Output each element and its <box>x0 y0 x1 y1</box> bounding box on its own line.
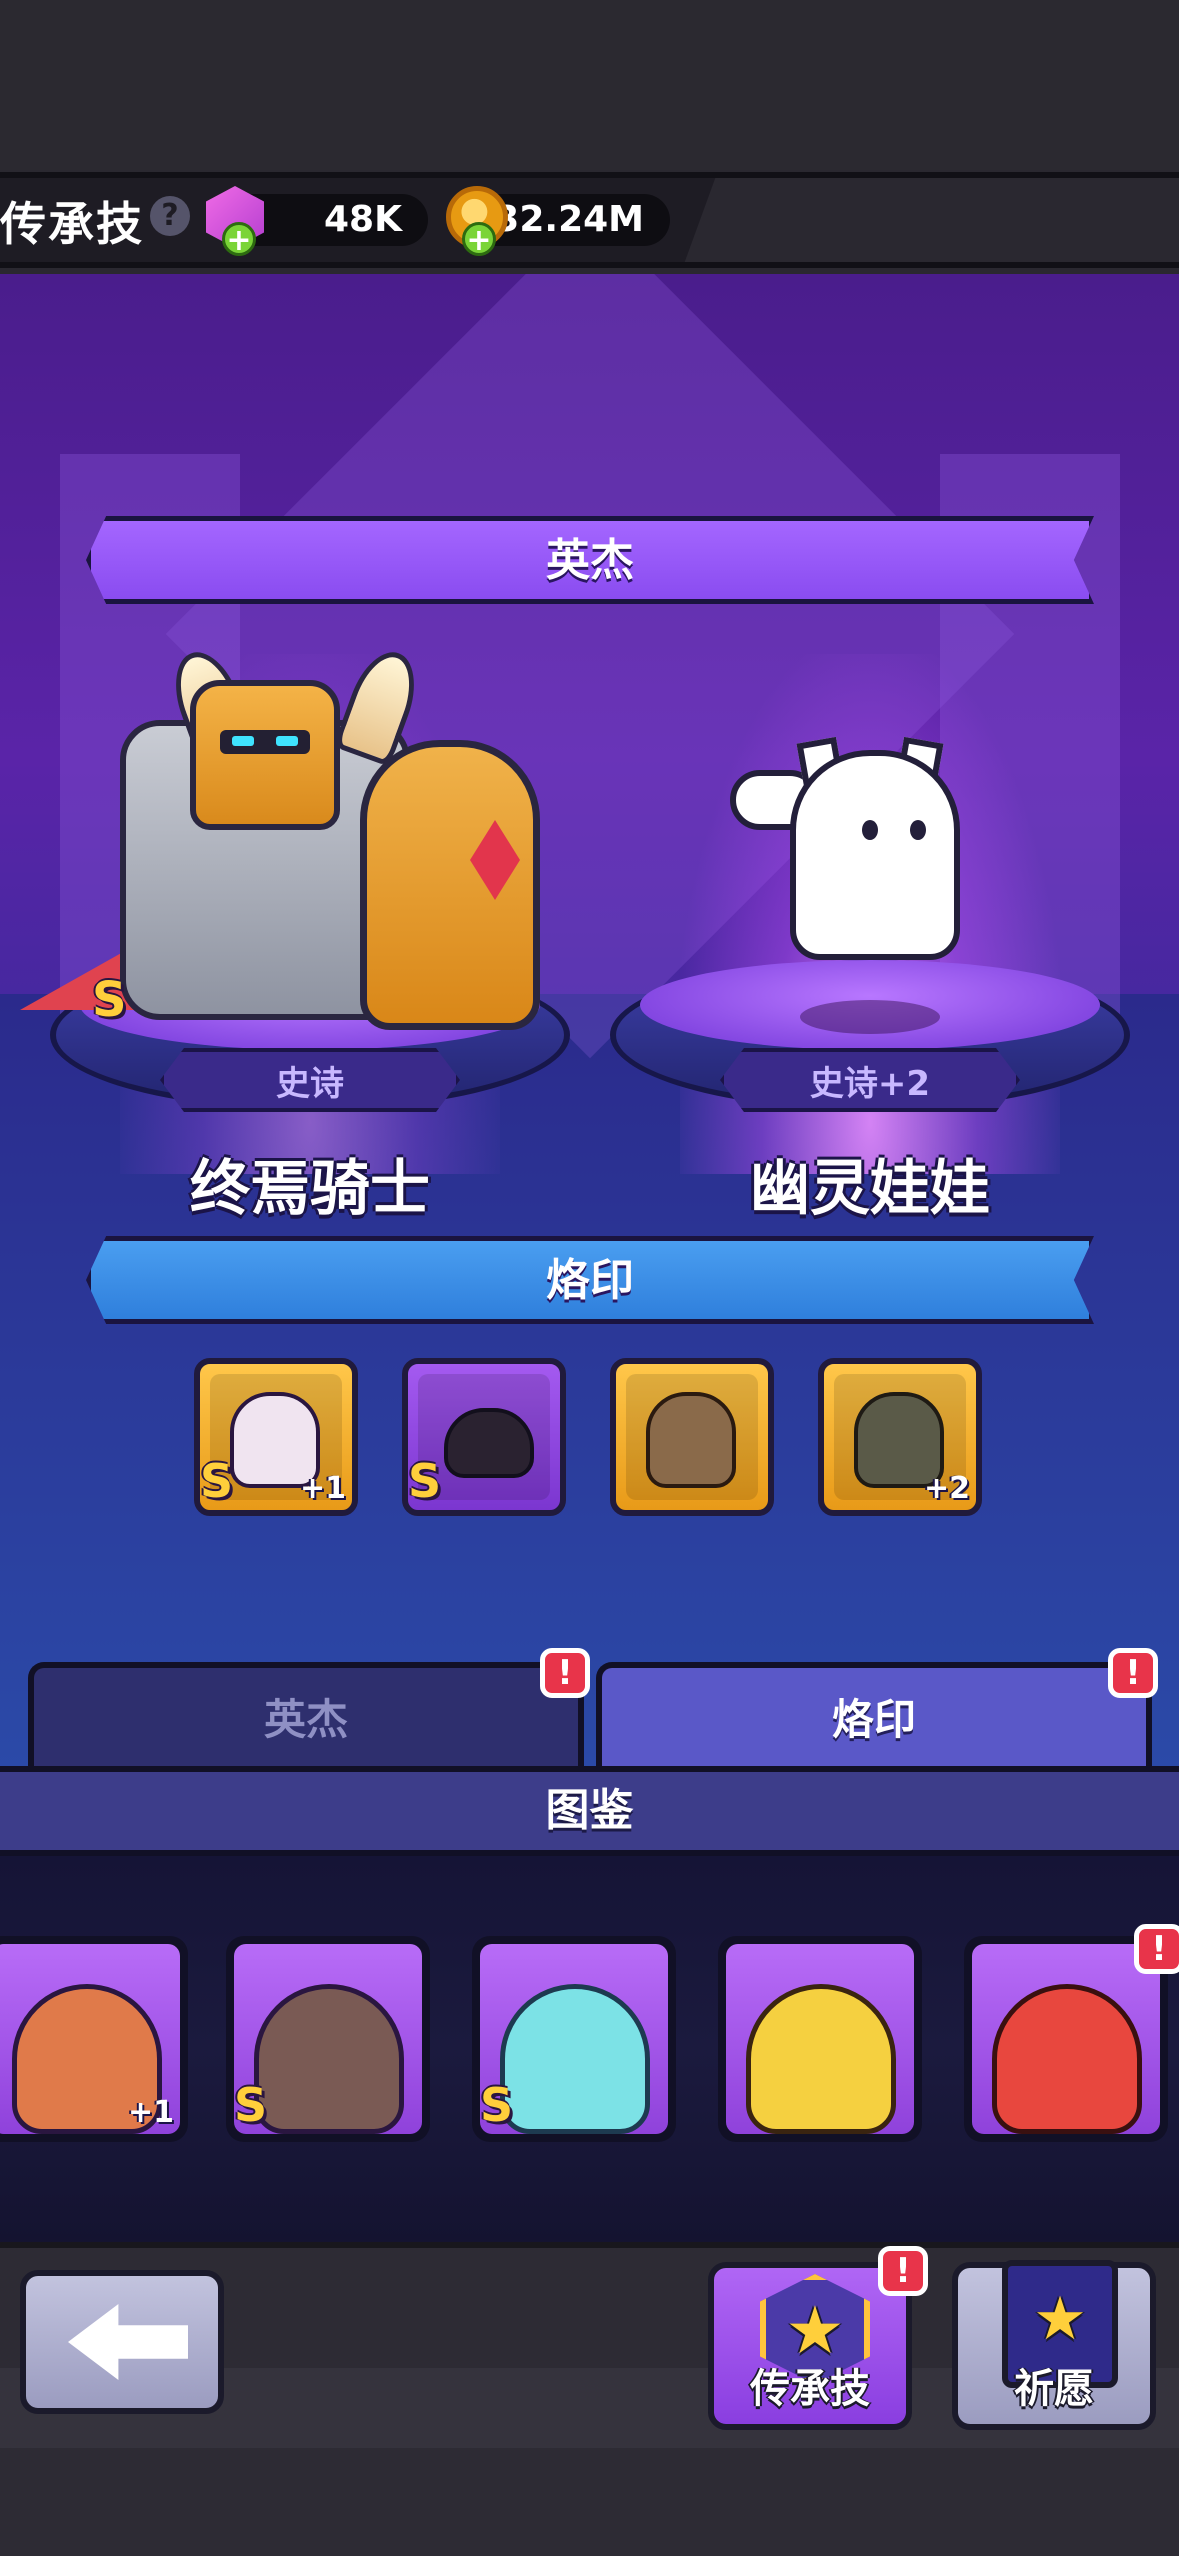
legacy-skill-alert: ! <box>878 2246 928 2296</box>
knight-eye <box>276 736 298 746</box>
tab-imprint-alert: ! <box>1108 1648 1158 1698</box>
grade-badge: S <box>408 1454 442 1508</box>
ice-warrior-portrait <box>500 1984 650 2134</box>
page-title: 传承技 <box>0 197 144 251</box>
legacy-skill-label: 传承技 <box>750 2366 870 2412</box>
crow-portrait <box>444 1408 534 1478</box>
codex-card[interactable]: S <box>226 1936 430 2142</box>
upgrade-level: +2 <box>923 1471 970 1506</box>
grade-badge: S <box>480 2078 514 2132</box>
red-beast-portrait <box>992 1984 1142 2134</box>
left-hero-name: 终焉骑士 <box>190 1154 430 1224</box>
codex-card[interactable]: S <box>472 1936 676 2142</box>
add-coins-button[interactable]: + <box>462 222 496 257</box>
tab-imprint[interactable]: 烙印 <box>596 1662 1152 1772</box>
imprint-card[interactable]: +2 <box>818 1358 982 1516</box>
imprint-card[interactable]: S +1 <box>194 1358 358 1516</box>
question-icon[interactable]: ? <box>150 196 190 236</box>
banana-warrior-portrait <box>746 1984 896 2134</box>
top-status-area <box>0 0 1179 170</box>
knight-eye <box>232 736 254 746</box>
lion-portrait <box>646 1392 736 1488</box>
ghost-eye <box>910 820 926 840</box>
left-rarity-tag: 史诗 <box>160 1048 460 1112</box>
codex-card[interactable]: +1 <box>0 1936 188 2142</box>
imprint-banner: 烙印 <box>86 1236 1094 1324</box>
back-button[interactable] <box>20 2270 224 2414</box>
wish-label: 祈愿 <box>1014 2366 1094 2412</box>
codex-card-alert: ! <box>1134 1924 1179 1974</box>
imprint-card[interactable] <box>610 1358 774 1516</box>
ghost-eye <box>862 820 878 840</box>
tab-heroes-alert: ! <box>540 1648 590 1698</box>
upgrade-level: +1 <box>127 2095 174 2130</box>
imprint-card[interactable]: S <box>402 1358 566 1516</box>
grade-badge: S <box>200 1454 234 1508</box>
golem-portrait <box>254 1984 404 2134</box>
codex-header: 图鉴 <box>0 1766 1179 1856</box>
right-hero-name: 幽灵娃娃 <box>750 1154 990 1224</box>
knight-shield <box>360 740 540 1030</box>
codex-card[interactable] <box>718 1936 922 2142</box>
back-arrow-icon <box>68 2304 188 2380</box>
tab-heroes[interactable]: 英杰 <box>28 1662 584 1772</box>
right-rarity-tag: 史诗+2 <box>720 1048 1020 1112</box>
grade-badge: S <box>234 2078 268 2132</box>
grade-badge: S <box>92 972 127 1028</box>
ghost-shadow <box>800 1000 940 1034</box>
upgrade-level: +1 <box>299 1471 346 1506</box>
heroes-banner: 英杰 <box>86 516 1094 604</box>
ghost-doll-art[interactable] <box>790 750 960 960</box>
knight-helmet <box>190 680 340 830</box>
add-gems-button[interactable]: + <box>222 222 256 257</box>
wish-button[interactable]: ★ 祈愿 <box>952 2260 1156 2430</box>
